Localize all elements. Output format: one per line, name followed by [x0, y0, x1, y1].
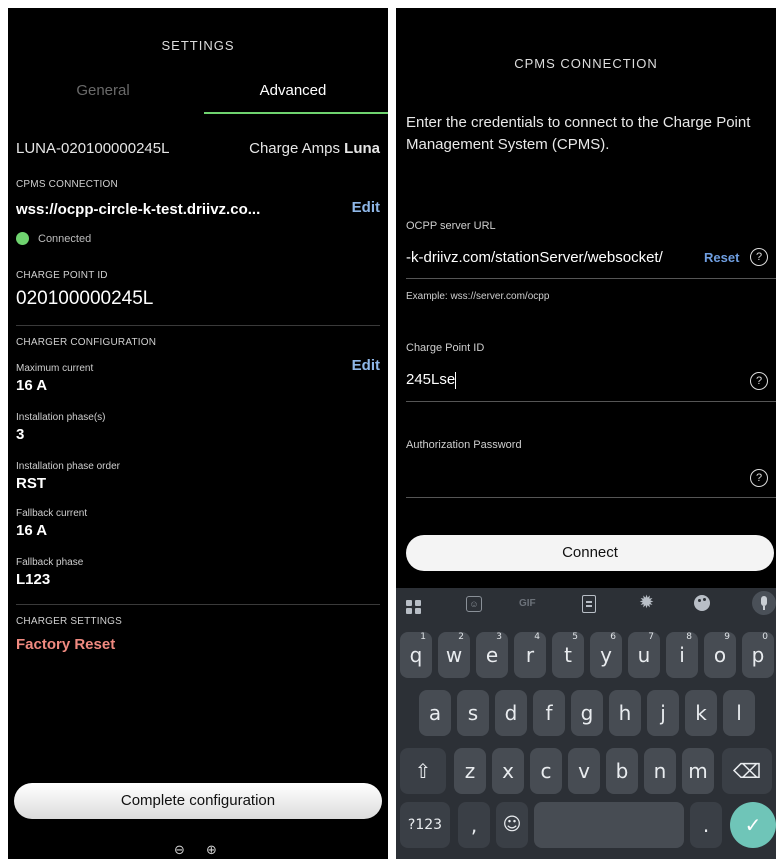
fallback-current-value: 16 A [16, 522, 48, 539]
help-icon[interactable]: ? [750, 248, 768, 266]
cpms-connection-screen: CPMS CONNECTION Enter the credentials to… [396, 8, 776, 859]
field-underline [406, 401, 776, 402]
page-title: CPMS CONNECTION [514, 56, 658, 71]
auth-password-label: Authorization Password [406, 439, 522, 451]
complete-configuration-button[interactable]: Complete configuration [14, 783, 382, 819]
phase-order-value: RST [16, 475, 46, 492]
zoom-in-icon[interactable]: ⊕ [206, 842, 217, 858]
space-bar[interactable] [534, 802, 684, 848]
comma-key[interactable]: , [458, 802, 490, 848]
fallback-current-label: Fallback current [16, 508, 88, 519]
charge-point-id-label: CHARGE POINT ID [16, 270, 108, 281]
status-badge: Connected [38, 233, 92, 245]
charge-point-id-input[interactable]: 245Lse [406, 371, 457, 389]
charge-point-id-label: Charge Point ID [406, 342, 485, 354]
settings-screen: SETTINGS General Advanced LUNA-020100000… [8, 8, 388, 859]
emoji-icon[interactable]: ☺ [496, 802, 528, 848]
sticker-icon[interactable]: ☺ [466, 596, 482, 612]
key-b[interactable]: b [606, 748, 638, 794]
brand-prefix: Charge Amps [249, 140, 345, 157]
max-current-label: Maximum current [16, 363, 94, 374]
key-w[interactable]: w2 [438, 632, 470, 678]
tab-advanced[interactable]: Advanced [198, 82, 388, 99]
key-s[interactable]: s [457, 690, 489, 736]
charger-serial: LUNA-020100000245L [16, 140, 170, 157]
key-q[interactable]: q1 [400, 632, 432, 678]
charge-point-id-value: 245Lse [406, 371, 456, 388]
charger-config-section-title: CHARGER CONFIGURATION [16, 337, 157, 348]
text-cursor [455, 371, 457, 389]
key-t[interactable]: t5 [552, 632, 584, 678]
ocpp-url-label: OCPP server URL [406, 220, 496, 232]
max-current-value: 16 A [16, 377, 48, 394]
grid-icon[interactable] [406, 600, 422, 614]
cpms-edit-button[interactable]: Edit [352, 199, 380, 216]
key-r[interactable]: r4 [514, 632, 546, 678]
key-i[interactable]: i8 [666, 632, 698, 678]
fallback-phase-value: L123 [16, 571, 51, 588]
done-check-icon[interactable]: ✓ [730, 802, 776, 848]
divider [16, 325, 380, 326]
key-p[interactable]: p0 [742, 632, 774, 678]
clipboard-icon[interactable] [582, 595, 596, 613]
key-n[interactable]: n [644, 748, 676, 794]
help-icon[interactable]: ? [750, 469, 768, 487]
phases-label: Installation phase(s) [16, 412, 106, 423]
page-title: SETTINGS [161, 38, 235, 53]
connected-status-icon [16, 232, 29, 245]
key-j[interactable]: j [647, 690, 679, 736]
key-g[interactable]: g [571, 690, 603, 736]
period-key[interactable]: . [690, 802, 722, 848]
auth-password-input[interactable] [406, 468, 736, 488]
cpms-url: wss://ocpp-circle-k-test.driivz.co... [16, 201, 261, 218]
phases-value: 3 [16, 426, 25, 443]
gif-icon[interactable]: GIF [519, 598, 536, 609]
soft-keyboard: ☺ GIF ✹ q1 w2 e3 r4 t5 y6 u7 i8 o9 p0 a … [396, 588, 776, 859]
intro-text: Enter the credentials to connect to the … [406, 114, 751, 153]
symbols-key[interactable]: ?123 [400, 802, 450, 848]
config-edit-button[interactable]: Edit [352, 357, 380, 374]
brand-model: Luna [344, 140, 380, 157]
field-underline [406, 497, 776, 498]
charger-settings-section-title: CHARGER SETTINGS [16, 616, 122, 627]
key-u[interactable]: u7 [628, 632, 660, 678]
factory-reset-button[interactable]: Factory Reset [16, 636, 115, 653]
key-z[interactable]: z [454, 748, 486, 794]
key-v[interactable]: v [568, 748, 600, 794]
charger-model: Charge Amps Luna [249, 140, 380, 157]
key-m[interactable]: m [682, 748, 714, 794]
tab-general[interactable]: General [8, 82, 198, 99]
key-f[interactable]: f [533, 690, 565, 736]
key-h[interactable]: h [609, 690, 641, 736]
backspace-icon[interactable]: ⌫ [722, 748, 772, 794]
key-y[interactable]: y6 [590, 632, 622, 678]
key-c[interactable]: c [530, 748, 562, 794]
key-k[interactable]: k [685, 690, 717, 736]
key-o[interactable]: o9 [704, 632, 736, 678]
field-underline [406, 278, 776, 279]
url-reset-button[interactable]: Reset [704, 250, 739, 265]
cpms-section-title: CPMS CONNECTION [16, 179, 118, 190]
fallback-phase-label: Fallback phase [16, 557, 84, 568]
ocpp-url-input[interactable]: -k-driivz.com/stationServer/websocket/ [406, 249, 701, 266]
key-d[interactable]: d [495, 690, 527, 736]
phase-order-label: Installation phase order [16, 461, 120, 472]
key-a[interactable]: a [419, 690, 451, 736]
mic-icon[interactable] [752, 591, 776, 615]
divider [16, 604, 380, 605]
charge-point-id-value: 020100000245L [16, 288, 154, 309]
key-l[interactable]: l [723, 690, 755, 736]
palette-icon[interactable] [694, 595, 710, 611]
ocpp-url-example: Example: wss://server.com/ocpp [406, 291, 550, 302]
shift-key[interactable]: ⇧ [400, 748, 446, 794]
gear-icon[interactable]: ✹ [639, 592, 654, 613]
connect-button[interactable]: Connect [406, 535, 774, 571]
key-e[interactable]: e3 [476, 632, 508, 678]
key-x[interactable]: x [492, 748, 524, 794]
active-tab-indicator [204, 112, 388, 114]
zoom-out-icon[interactable]: ⊖ [174, 842, 185, 858]
help-icon[interactable]: ? [750, 372, 768, 390]
